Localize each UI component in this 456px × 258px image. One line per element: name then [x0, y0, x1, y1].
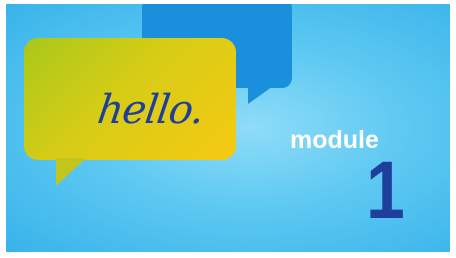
module-number: 1	[366, 145, 405, 236]
greeting-text: hello.	[94, 87, 207, 133]
back-speech-bubble-tail	[248, 84, 276, 104]
slide-frame: hello. module 1	[0, 0, 456, 258]
title-slide: hello. module 1	[6, 4, 450, 252]
front-speech-bubble-tail	[56, 158, 86, 186]
